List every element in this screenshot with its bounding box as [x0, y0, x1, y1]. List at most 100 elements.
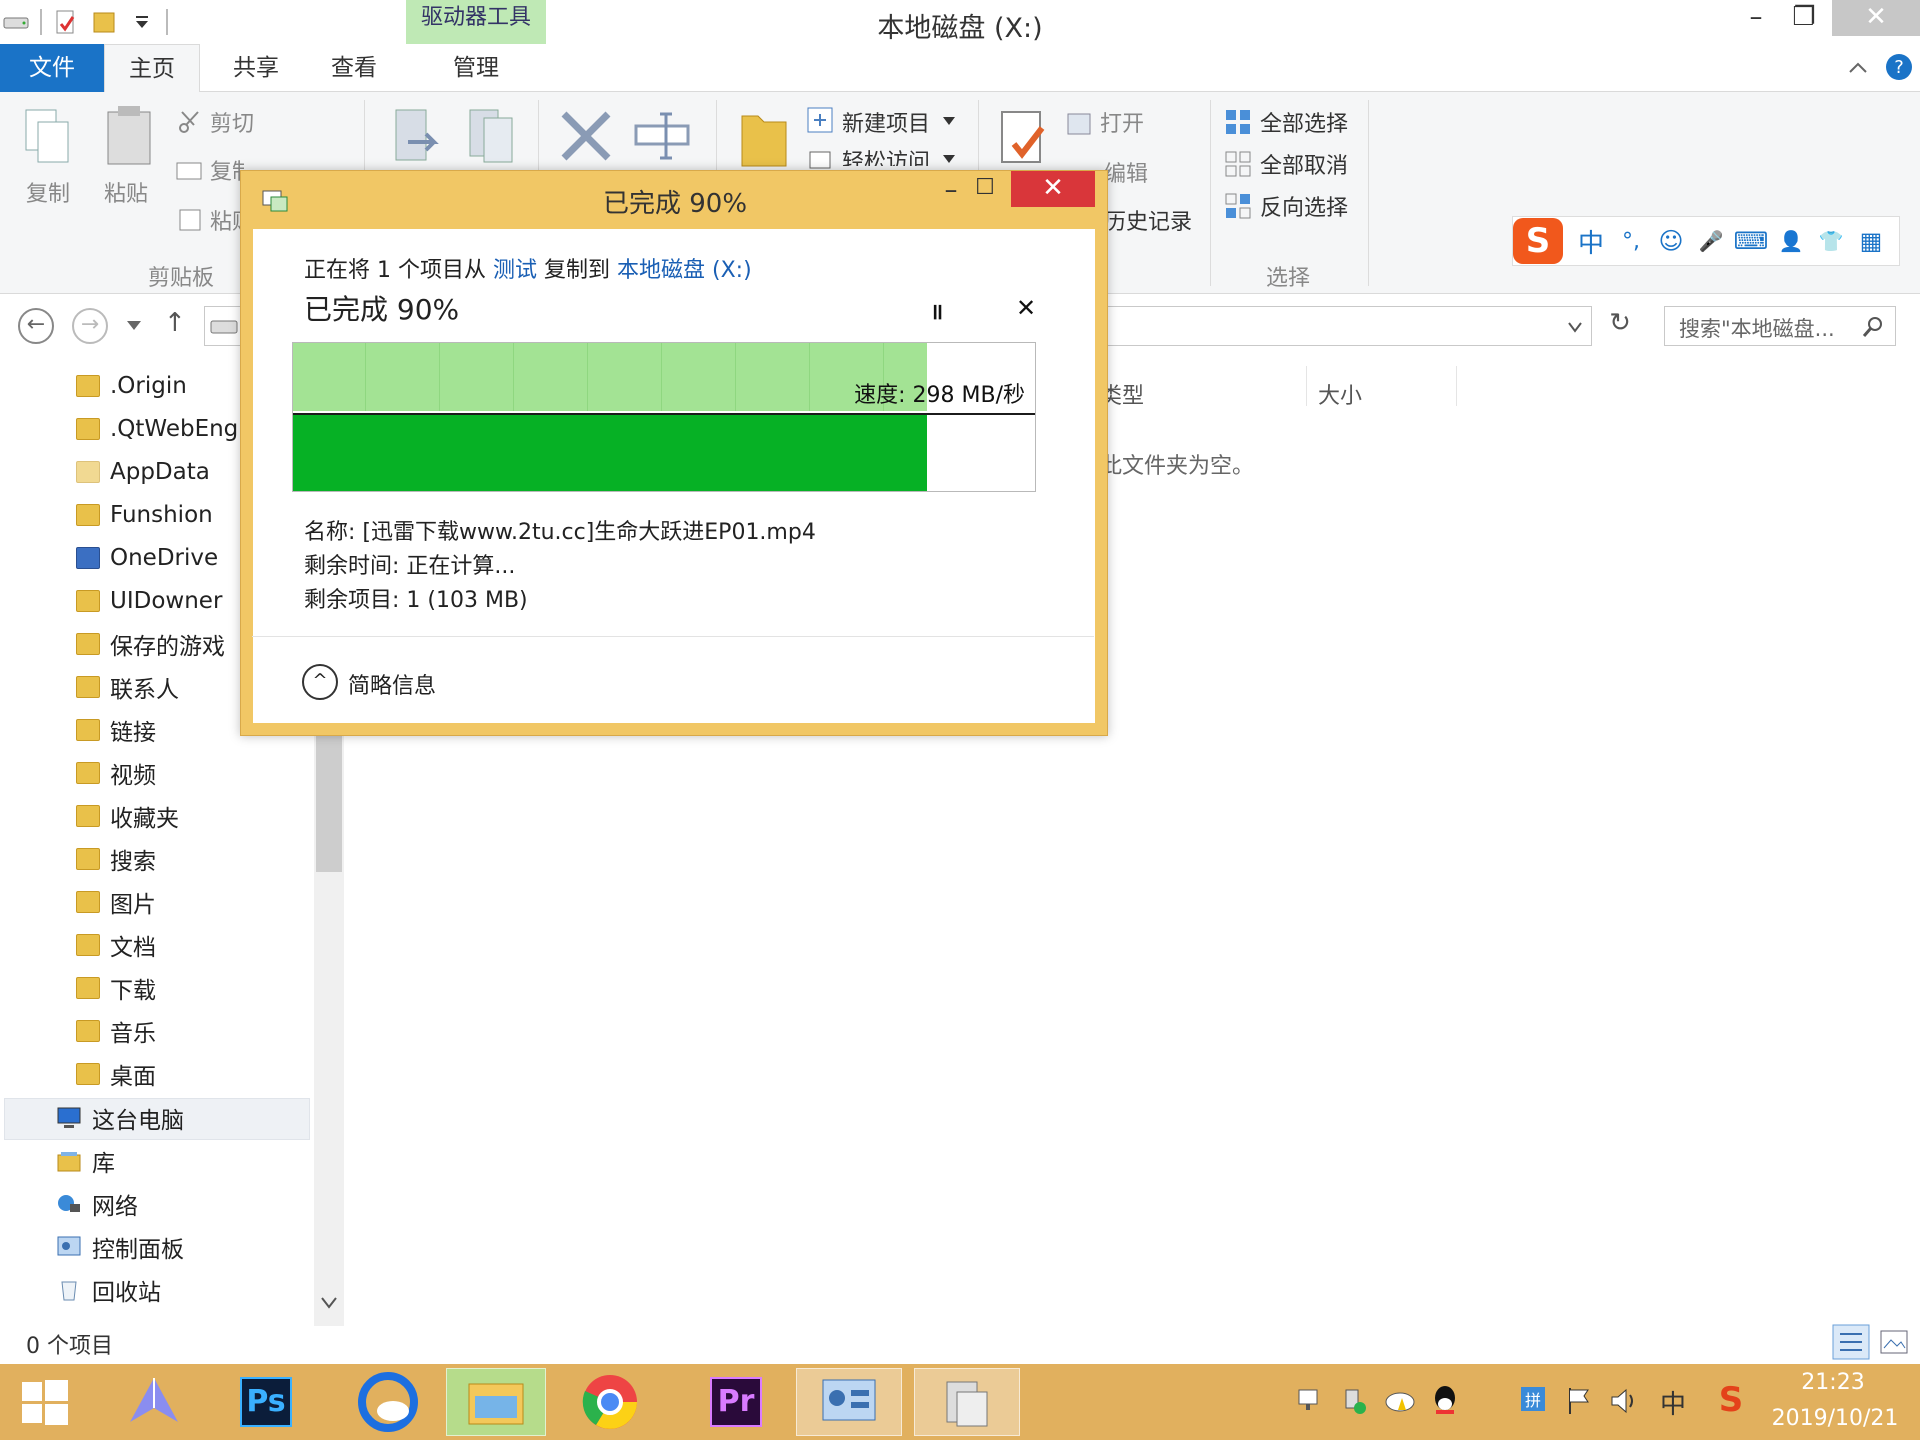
forward-button[interactable]: →: [72, 308, 108, 344]
tree-item[interactable]: 搜索: [76, 839, 156, 879]
paste-icon[interactable]: [104, 104, 156, 168]
copy-icon[interactable]: [22, 106, 74, 168]
tree-item[interactable]: UIDowner: [76, 581, 222, 621]
ime-skin-icon[interactable]: 👕: [1811, 229, 1851, 253]
details-view-icon[interactable]: [1832, 1324, 1870, 1360]
select-none-button[interactable]: 全部取消: [1260, 148, 1348, 180]
chevron-down-icon[interactable]: [942, 116, 956, 126]
help-icon[interactable]: ?: [1884, 52, 1914, 82]
tab-home[interactable]: 主页: [104, 44, 200, 92]
select-all-button[interactable]: 全部选择: [1260, 106, 1348, 138]
ime-toolbox-icon[interactable]: ▦: [1851, 227, 1891, 255]
move-to-icon[interactable]: [390, 106, 444, 166]
tree-item[interactable]: 保存的游戏: [76, 624, 225, 664]
tree-item-recycle-bin[interactable]: 回收站: [56, 1270, 161, 1310]
collapse-ribbon-icon[interactable]: [1846, 56, 1870, 80]
copy-path-button[interactable]: 复制路径: [210, 154, 244, 186]
delete-icon[interactable]: [558, 108, 614, 164]
tab-view[interactable]: 查看: [306, 44, 402, 92]
dialog-close-button[interactable]: ✕: [1011, 171, 1095, 207]
invert-selection-button[interactable]: 反向选择: [1260, 190, 1348, 222]
tray-cloud-icon[interactable]: [1384, 1386, 1416, 1416]
tab-share[interactable]: 共享: [208, 44, 304, 92]
tray-network-icon[interactable]: [1296, 1386, 1326, 1416]
taskbar-premiere-app[interactable]: Pr: [688, 1368, 784, 1436]
cut-button[interactable]: 剪切: [210, 106, 254, 138]
tab-file[interactable]: 文件: [0, 44, 104, 92]
tree-item-control-panel[interactable]: 控制面板: [56, 1227, 184, 1267]
paste-button[interactable]: 粘贴: [104, 176, 148, 208]
pause-button[interactable]: ॥: [930, 296, 943, 326]
sogou-logo-icon[interactable]: S: [1513, 218, 1563, 264]
tree-item[interactable]: 收藏夹: [76, 796, 179, 836]
tree-item[interactable]: 图片: [76, 882, 156, 922]
clock-time[interactable]: 21:23: [1768, 1370, 1898, 1395]
ime-chinese-mode[interactable]: 中: [1571, 223, 1611, 260]
search-box[interactable]: 搜索"本地磁盘...: [1664, 306, 1896, 346]
ime-keyboard-icon[interactable]: ⌨: [1731, 227, 1771, 255]
clock-date[interactable]: 2019/10/21: [1762, 1406, 1908, 1431]
taskbar-control-panel-app[interactable]: [796, 1368, 902, 1436]
tree-item[interactable]: 联系人: [76, 667, 179, 707]
search-input[interactable]: 搜索"本地磁盘...: [1679, 313, 1835, 343]
windows-start-icon[interactable]: [20, 1378, 70, 1428]
up-button[interactable]: ↑: [164, 308, 186, 338]
copy-to-icon[interactable]: [466, 106, 520, 166]
taskbar-photoshop-app[interactable]: Ps: [218, 1368, 314, 1436]
tray-ime-indicator[interactable]: 中: [1660, 1384, 1686, 1421]
new-folder-big-icon[interactable]: [738, 106, 790, 170]
paste-shortcut-button[interactable]: 粘贴: [210, 204, 240, 236]
tree-item[interactable]: Funshion: [76, 495, 213, 535]
tree-item[interactable]: .Origin: [76, 366, 187, 406]
tray-input-icon[interactable]: 拼: [1518, 1384, 1548, 1416]
tree-item[interactable]: 音乐: [76, 1011, 156, 1051]
chevron-down-icon[interactable]: [1567, 321, 1583, 333]
cancel-copy-button[interactable]: ✕: [1016, 294, 1036, 322]
tree-item[interactable]: AppData: [76, 452, 210, 492]
ime-voice-icon[interactable]: 🎤: [1691, 229, 1731, 253]
maximize-button[interactable]: ❐: [1768, 0, 1840, 36]
taskbar-chrome-app[interactable]: [562, 1368, 658, 1436]
search-icon[interactable]: [1861, 315, 1885, 339]
tree-item-libraries[interactable]: 库: [56, 1141, 115, 1181]
navigation-scrollbar-thumb[interactable]: [316, 722, 342, 872]
recent-locations-icon[interactable]: [126, 320, 142, 332]
destination-link[interactable]: 本地磁盘 (X:): [617, 258, 752, 283]
tree-item-this-pc[interactable]: 这台电脑: [56, 1098, 184, 1138]
properties-big-icon[interactable]: [998, 108, 1054, 170]
taskbar-browser-app[interactable]: [340, 1368, 436, 1436]
tray-volume-icon[interactable]: [1608, 1386, 1638, 1416]
edit-button[interactable]: 编辑: [1104, 156, 1148, 188]
taskbar-copy-progress-app[interactable]: [914, 1368, 1020, 1436]
tree-item[interactable]: 视频: [76, 753, 156, 793]
new-item-button[interactable]: 新建项目: [842, 106, 930, 138]
tray-flag-icon[interactable]: [1564, 1386, 1594, 1416]
ime-punctuation[interactable]: °,: [1611, 229, 1651, 254]
scroll-down-icon[interactable]: [320, 1296, 338, 1310]
large-icons-view-icon[interactable]: [1878, 1326, 1910, 1358]
tray-sogou-icon[interactable]: S: [1714, 1380, 1748, 1420]
close-button[interactable]: ✕: [1832, 0, 1920, 36]
tree-item[interactable]: 桌面: [76, 1054, 156, 1094]
tree-item[interactable]: 文档: [76, 925, 156, 965]
copy-button[interactable]: 复制: [26, 176, 70, 208]
tree-item[interactable]: OneDrive: [76, 538, 218, 578]
dialog-maximize-button[interactable]: ☐: [955, 175, 1015, 211]
rename-icon[interactable]: [632, 108, 692, 164]
tree-item[interactable]: 下载: [76, 968, 156, 1008]
tab-manage[interactable]: 管理: [406, 44, 546, 92]
open-button[interactable]: 打开: [1100, 106, 1144, 138]
less-details-button[interactable]: ^: [302, 664, 338, 700]
refresh-button[interactable]: ↻: [1600, 308, 1640, 344]
chevron-down-icon[interactable]: [942, 154, 956, 164]
tree-item[interactable]: .QtWebEng: [76, 409, 238, 449]
tray-qq-icon[interactable]: [1430, 1384, 1460, 1418]
tray-usb-icon[interactable]: [1340, 1386, 1370, 1416]
column-header-size[interactable]: 大小: [1318, 378, 1362, 410]
history-button[interactable]: 历史记录: [1104, 204, 1192, 236]
taskbar-file-explorer-app[interactable]: [446, 1368, 546, 1436]
source-folder-link[interactable]: 测试: [493, 258, 537, 283]
ime-emoji-icon[interactable]: ☺: [1651, 227, 1691, 255]
taskbar-feiq-app[interactable]: [106, 1368, 202, 1436]
ime-user-icon[interactable]: 👤: [1771, 229, 1811, 253]
